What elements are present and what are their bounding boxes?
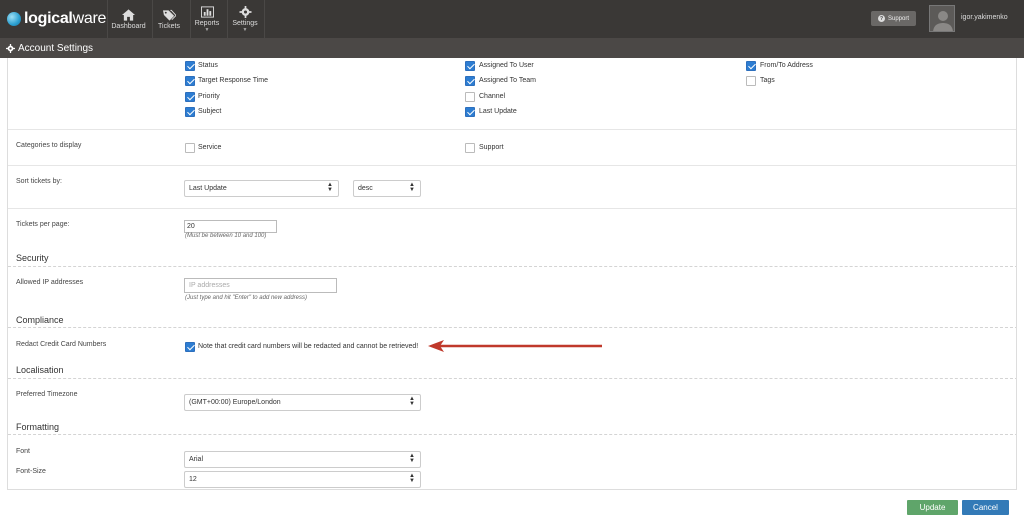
- ip-label: Allowed IP addresses: [16, 279, 84, 286]
- logo-text-thin: ware: [72, 10, 107, 27]
- checkbox-label: Assigned To User: [479, 62, 534, 69]
- categories-label: Categories to display: [16, 142, 82, 149]
- nav-divider: [264, 0, 265, 38]
- username[interactable]: igor.yakimenko: [961, 14, 1008, 21]
- nav-tickets-label: Tickets: [158, 22, 180, 30]
- font-size-label: Font-Size: [16, 468, 46, 475]
- font-size-select[interactable]: 12 ▲ ▼: [184, 471, 421, 488]
- checkbox-label: Subject: [198, 108, 222, 115]
- checkbox-label: Channel: [479, 93, 506, 100]
- nav-reports-label: Reports: [194, 20, 220, 27]
- checkbox-subject[interactable]: [185, 107, 195, 117]
- logo-text-bold: logical: [24, 10, 73, 27]
- nav-reports[interactable]: Reports ▼: [192, 0, 222, 38]
- font-size-value: 12: [189, 476, 197, 483]
- tags-icon: [162, 9, 176, 21]
- nav-settings-label: Settings: [232, 20, 258, 27]
- checkbox-assigned-to-team[interactable]: [465, 76, 475, 86]
- page-title-bar: Account Settings: [0, 38, 1024, 58]
- nav-divider: [107, 0, 108, 38]
- sort-field-value: Last Update: [189, 185, 227, 192]
- gear-icon: [6, 43, 15, 53]
- font-value: Arial: [189, 456, 204, 463]
- select-arrows-icon: ▲ ▼: [409, 182, 415, 193]
- ip-hint: (Just type and hit "Enter" to add new ad…: [185, 295, 307, 301]
- timezone-value: (GMT+00:00) Europe/London: [189, 399, 281, 406]
- ip-addresses-input[interactable]: IP addresses: [184, 278, 337, 293]
- section-divider: [8, 266, 1016, 267]
- nav-dashboard-label: Dashboard: [111, 22, 146, 30]
- checkbox-label: From/To Address: [760, 62, 813, 69]
- support-button[interactable]: ? Support: [871, 11, 916, 26]
- section-divider: [8, 327, 1016, 328]
- home-icon: [122, 8, 135, 21]
- divider: [8, 208, 1016, 209]
- logo[interactable]: logicalware: [7, 9, 106, 29]
- checkbox-service[interactable]: [185, 143, 195, 153]
- checkbox-target-response-time[interactable]: [185, 76, 195, 86]
- per-page-label: Tickets per page:: [16, 221, 70, 228]
- top-navbar: logicalware Dashboard Tickets Reports ▼ …: [0, 0, 1024, 38]
- nav-divider: [152, 0, 153, 38]
- support-label: Support: [887, 15, 909, 22]
- section-localisation-heading: Localisation: [16, 365, 64, 375]
- checkbox-channel[interactable]: [465, 92, 475, 102]
- page-title: Account Settings: [18, 42, 94, 54]
- redact-note: Note that credit card numbers will be re…: [198, 343, 419, 350]
- nav-divider: [227, 0, 228, 38]
- font-select[interactable]: Arial ▲ ▼: [184, 451, 421, 468]
- nav-dashboard[interactable]: Dashboard: [110, 0, 147, 38]
- checkbox-label: Support: [479, 144, 504, 151]
- divider: [8, 165, 1016, 166]
- checkbox-support[interactable]: [465, 143, 475, 153]
- sort-order-value: desc: [358, 185, 373, 192]
- avatar[interactable]: [929, 5, 955, 32]
- nav-tickets[interactable]: Tickets: [154, 0, 184, 38]
- checkbox-label: Service: [198, 144, 222, 151]
- question-icon: ?: [877, 15, 885, 22]
- checkbox-redact-credit-card[interactable]: [185, 342, 195, 352]
- section-divider: [8, 378, 1016, 379]
- section-formatting-heading: Formatting: [16, 422, 60, 432]
- checkbox-label: Tags: [760, 77, 775, 84]
- red-arrow-annotation: [428, 340, 602, 352]
- section-compliance-heading: Compliance: [16, 315, 64, 325]
- gear-icon: [239, 6, 251, 18]
- section-security-heading: Security: [16, 253, 49, 263]
- caret-down-icon: ▼: [204, 27, 210, 33]
- per-page-hint: (Must be between 10 and 100): [185, 233, 267, 239]
- section-divider: [8, 434, 1016, 435]
- checkbox-status[interactable]: [185, 61, 195, 71]
- bar-chart-icon: [200, 6, 214, 18]
- checkbox-from-to-address[interactable]: [746, 61, 756, 71]
- font-label: Font: [16, 448, 31, 455]
- user-silhouette-icon: [933, 11, 953, 31]
- sort-field-select[interactable]: Last Update ▲ ▼: [184, 180, 339, 197]
- timezone-label: Preferred Timezone: [16, 391, 78, 398]
- checkbox-tags[interactable]: [746, 76, 756, 86]
- redact-label: Redact Credit Card Numbers: [16, 341, 107, 348]
- checkbox-label: Target Response Time: [198, 77, 269, 84]
- select-arrows-icon: ▲ ▼: [409, 396, 415, 407]
- sort-label: Sort tickets by:: [16, 178, 62, 185]
- timezone-select[interactable]: (GMT+00:00) Europe/London ▲ ▼: [184, 394, 421, 411]
- checkbox-last-update[interactable]: [465, 107, 475, 117]
- select-arrows-icon: ▲ ▼: [327, 182, 333, 193]
- checkbox-priority[interactable]: [185, 92, 195, 102]
- checkbox-assigned-to-user[interactable]: [465, 61, 475, 71]
- checkbox-label: Last Update: [479, 108, 517, 115]
- select-arrows-icon: ▲ ▼: [409, 453, 415, 464]
- sort-order-select[interactable]: desc ▲ ▼: [353, 180, 421, 197]
- divider: [8, 129, 1016, 130]
- checkbox-label: Assigned To Team: [479, 77, 536, 84]
- globe-icon: [7, 12, 21, 26]
- checkbox-label: Status: [198, 62, 218, 69]
- select-arrows-icon: ▲ ▼: [409, 473, 415, 484]
- settings-panel: Status Assigned To User From/To Address …: [7, 58, 1017, 490]
- per-page-input[interactable]: 20: [184, 220, 277, 233]
- nav-divider: [190, 0, 191, 38]
- nav-settings[interactable]: Settings ▼: [229, 0, 261, 38]
- checkbox-label: Priority: [198, 93, 220, 100]
- caret-down-icon: ▼: [242, 27, 248, 33]
